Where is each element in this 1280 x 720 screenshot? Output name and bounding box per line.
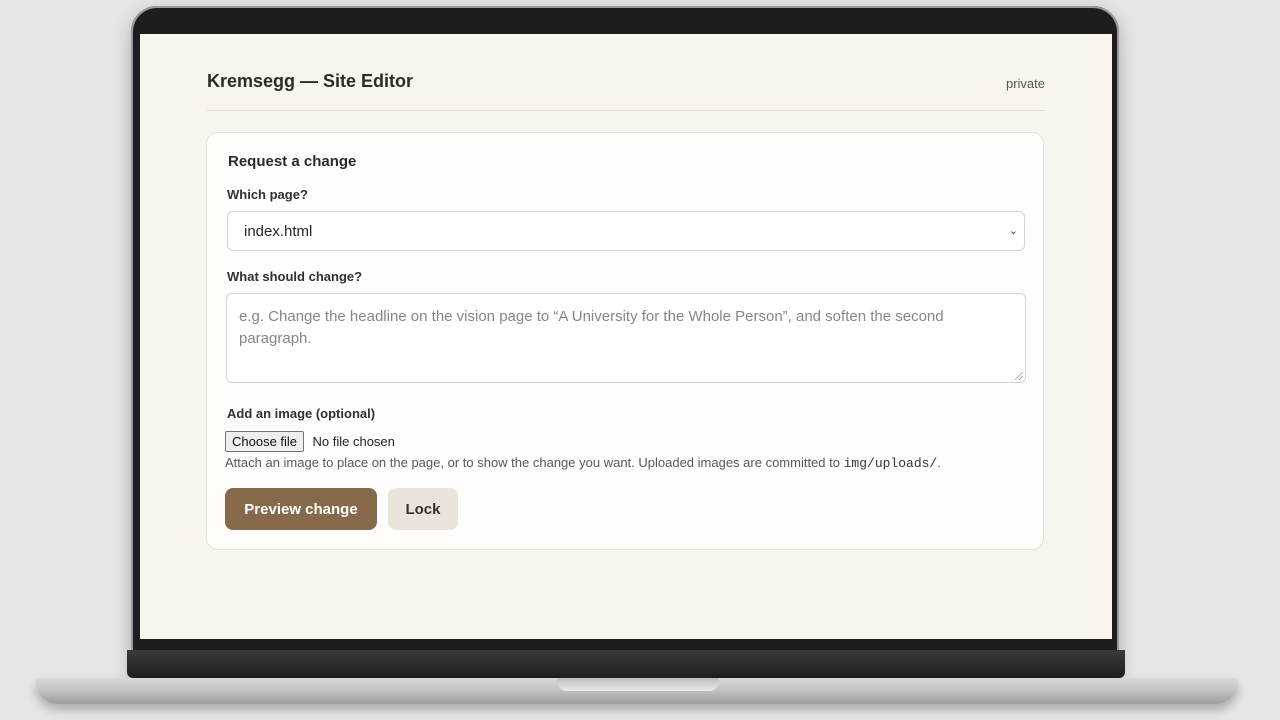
- preview-change-button[interactable]: Preview change: [225, 488, 377, 530]
- page-header: Kremsegg — Site Editor private: [207, 66, 1045, 111]
- laptop-notch: [557, 678, 719, 691]
- upload-hint: Attach an image to place on the page, or…: [225, 455, 941, 471]
- no-file-text: No file chosen: [312, 434, 395, 449]
- laptop-screen: Kremsegg — Site Editor private Request a…: [140, 34, 1112, 639]
- change-placeholder: e.g. Change the headline on the vision p…: [239, 308, 944, 347]
- laptop-chin: [127, 650, 1125, 678]
- file-input[interactable]: Choose file No file chosen: [225, 431, 395, 452]
- page-select[interactable]: index.html ⌄: [227, 211, 1025, 251]
- app-title: Kremsegg — Site Editor: [207, 71, 414, 91]
- upload-hint-end: .: [937, 455, 941, 470]
- upload-hint-text: Attach an image to place on the page, or…: [225, 455, 844, 470]
- lock-button[interactable]: Lock: [388, 488, 458, 530]
- change-label: What should change?: [227, 269, 363, 284]
- change-textarea[interactable]: e.g. Change the headline on the vision p…: [226, 293, 1026, 383]
- image-label: Add an image (optional): [227, 406, 376, 421]
- resize-handle-icon[interactable]: [1015, 372, 1023, 380]
- page-select-value: index.html: [244, 223, 313, 240]
- chevron-down-icon: ⌄: [1008, 225, 1018, 237]
- card-title: Request a change: [228, 153, 357, 170]
- upload-path: img/uploads/: [843, 456, 938, 471]
- request-change-card: Request a change Which page? index.html …: [206, 132, 1044, 550]
- visibility-badge: private: [1005, 76, 1045, 91]
- page-select-label: Which page?: [227, 187, 308, 202]
- choose-file-button[interactable]: Choose file: [225, 431, 305, 452]
